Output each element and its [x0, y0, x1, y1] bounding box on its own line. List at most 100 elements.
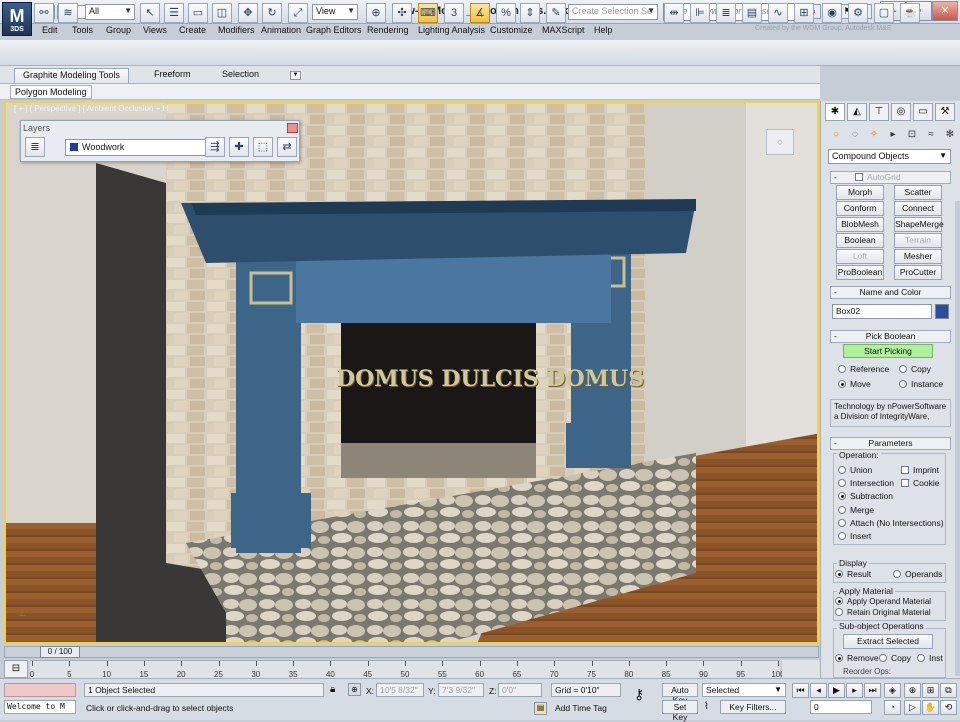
insert-radio[interactable]: Insert	[838, 531, 871, 541]
z-coordinate-field[interactable]: 0'0"	[498, 683, 542, 697]
select-in-layer-icon[interactable]: ⬚	[253, 137, 273, 157]
window-crossing-icon[interactable]: ◫	[212, 3, 232, 23]
panel-scrollbar[interactable]	[955, 201, 960, 676]
polygon-modeling-button[interactable]: Polygon Modeling	[10, 85, 92, 99]
menu-group[interactable]: Group	[106, 25, 131, 35]
utilities-tab-icon[interactable]: ⚒	[935, 103, 955, 121]
menu-graph-editors[interactable]: Graph Editors	[306, 25, 362, 35]
systems-icon[interactable]: ✻	[941, 127, 959, 143]
union-radio[interactable]: Union	[838, 465, 872, 475]
display-tab-icon[interactable]: ▭	[913, 103, 933, 121]
time-slider[interactable]	[4, 646, 819, 658]
selection-lock-icon[interactable]: 🔒︎	[330, 684, 335, 695]
scale-icon[interactable]: ⤢	[288, 3, 308, 23]
menu-lighting-analysis[interactable]: Lighting Analysis	[418, 25, 485, 35]
shapes-icon[interactable]: ◌	[846, 127, 864, 143]
edit-named-selection-icon[interactable]: ✎	[546, 3, 566, 23]
x-coordinate-field[interactable]: 10'5 8/32"	[376, 683, 424, 697]
trackbar-toggle-icon[interactable]: ⊟	[4, 660, 28, 678]
unlink-icon[interactable]: ⚯	[34, 3, 54, 23]
mirror-icon[interactable]: ⇹	[664, 3, 684, 23]
name-color-rollout[interactable]: Name and Color	[830, 286, 951, 299]
align-icon[interactable]: ⊫	[690, 3, 710, 23]
zoom-all-icon[interactable]: ⊞	[922, 683, 939, 698]
layer-manager-icon[interactable]: ≣	[716, 3, 736, 23]
morph-button[interactable]: Morph	[836, 185, 884, 200]
merge-radio[interactable]: Merge	[838, 505, 874, 515]
cookie-checkbox[interactable]: Cookie	[901, 478, 939, 488]
add-to-layer-icon[interactable]: ⇶	[205, 137, 225, 157]
menu-maxscript[interactable]: MAXScript	[542, 25, 585, 35]
instance-radio[interactable]: Instance	[899, 379, 943, 389]
viewcube-icon[interactable]: ◇	[766, 129, 794, 155]
extract-copy-radio[interactable]: Copy	[879, 653, 911, 663]
absolute-mode-icon[interactable]: ⊕	[348, 683, 361, 696]
reference-radio[interactable]: Reference	[838, 364, 889, 374]
object-color-swatch[interactable]	[935, 304, 949, 319]
autogrid-checkbox[interactable]: AutoGrid	[855, 172, 901, 182]
move-icon[interactable]: ✥	[238, 3, 258, 23]
shapemerge-button[interactable]: ShapeMerge	[894, 217, 944, 232]
space-warps-icon[interactable]: ≈	[922, 127, 940, 143]
default-tangent-icon[interactable]: ⌇	[704, 701, 709, 712]
retain-original-radio[interactable]: Retain Original Material	[835, 608, 931, 617]
cameras-icon[interactable]: ▸	[884, 127, 902, 143]
boolean-button[interactable]: Boolean	[836, 233, 884, 248]
move-radio[interactable]: Move	[838, 379, 871, 389]
auto-key-button[interactable]: Auto Key	[662, 683, 698, 705]
rotate-icon[interactable]: ↻	[262, 3, 282, 23]
start-picking-button[interactable]: Start Picking	[843, 344, 933, 358]
connect-button[interactable]: Connect	[894, 201, 942, 216]
percent-snap-icon[interactable]: %	[496, 3, 516, 23]
lights-icon[interactable]: ✧	[865, 127, 883, 143]
tab-freeform[interactable]: Freeform	[146, 68, 199, 83]
add-time-tag-button[interactable]: Add Time Tag	[555, 703, 607, 713]
ribbon-options-icon[interactable]: ▼	[290, 71, 301, 80]
close-icon[interactable]	[287, 123, 298, 133]
go-to-start-icon[interactable]: ⏮	[792, 683, 809, 698]
current-layer-dropdown[interactable]: Woodwork ▼	[65, 139, 221, 156]
tab-selection[interactable]: Selection	[214, 68, 267, 83]
key-mode-toggle-icon[interactable]: ◈	[884, 683, 901, 698]
previous-frame-icon[interactable]: ◂	[810, 683, 827, 698]
tab-graphite-modeling-tools[interactable]: Graphite Modeling Tools	[14, 68, 129, 83]
select-object-icon[interactable]: ↖	[140, 3, 160, 23]
go-to-end-icon[interactable]: ⏭	[864, 683, 881, 698]
menu-customize[interactable]: Customize	[490, 25, 533, 35]
set-current-layer-icon[interactable]: ⇄	[277, 137, 297, 157]
parameters-rollout[interactable]: Parameters	[830, 437, 951, 450]
menu-tools[interactable]: Tools	[72, 25, 93, 35]
close-button[interactable]: ✕	[932, 1, 958, 21]
next-frame-icon[interactable]: ▸	[846, 683, 863, 698]
menu-create[interactable]: Create	[179, 25, 206, 35]
procutter-button[interactable]: ProCutter	[894, 265, 942, 280]
set-key-button[interactable]: Set Key	[662, 700, 698, 722]
create-tab-icon[interactable]: ✱	[825, 103, 845, 121]
motion-tab-icon[interactable]: ◎	[891, 103, 911, 121]
play-icon[interactable]: ▶	[828, 683, 845, 698]
rectangular-selection-icon[interactable]: ▭	[188, 3, 208, 23]
attach-radio[interactable]: Attach (No Intersections)	[838, 518, 944, 528]
select-by-name-icon[interactable]: ☰	[164, 3, 184, 23]
time-configuration-icon[interactable]: ◔	[884, 700, 901, 715]
extract-instance-radio[interactable]: Inst	[917, 653, 943, 663]
orbit-icon[interactable]: ⟲	[940, 700, 957, 715]
mesher-button[interactable]: Mesher	[894, 249, 942, 264]
pivot-center-icon[interactable]: ⊕	[366, 3, 386, 23]
remove-radio[interactable]: Remove	[835, 653, 879, 663]
spinner-snap-icon[interactable]: ⇕	[520, 3, 540, 23]
menu-rendering[interactable]: Rendering	[367, 25, 409, 35]
graphite-toggle-icon[interactable]: ▤	[742, 3, 762, 23]
menu-modifiers[interactable]: Modifiers	[218, 25, 255, 35]
intersection-radio[interactable]: Intersection	[838, 478, 894, 488]
proboolean-button[interactable]: ProBoolean	[836, 265, 884, 280]
material-editor-icon[interactable]: ◉	[822, 3, 842, 23]
copy-radio[interactable]: Copy	[899, 364, 931, 374]
blobmesh-button[interactable]: BlobMesh	[836, 217, 884, 232]
y-coordinate-field[interactable]: 7'3 9/32"	[438, 683, 484, 697]
menu-views[interactable]: Views	[143, 25, 167, 35]
key-filters-button[interactable]: Key Filters...	[720, 700, 786, 714]
field-of-view-icon[interactable]: ▷	[904, 700, 921, 715]
reference-coordinate-dropdown[interactable]: View ▼	[312, 4, 358, 20]
extract-selected-button[interactable]: Extract Selected	[843, 634, 933, 649]
